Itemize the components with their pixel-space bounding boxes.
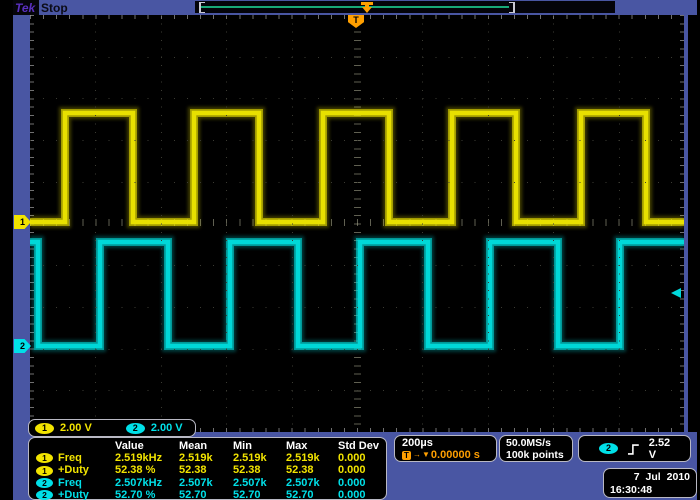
- meas-cell: 52.70: [233, 489, 286, 500]
- measurement-table: Value Mean Min Max Std Dev 1 Freq 2.519k…: [28, 437, 387, 500]
- record-length-line: [201, 6, 509, 8]
- col-header-mean: Mean: [179, 440, 233, 452]
- timebase-scale: 200µs: [402, 437, 496, 449]
- grid-vline: [488, 15, 489, 432]
- meas-cell: 2.507k: [233, 477, 286, 489]
- trigger-t-icon: T: [402, 451, 411, 460]
- trigger-position-icon: [360, 1, 374, 13]
- channel-scale-readout: 1 2.00 V 2 2.00 V: [28, 419, 196, 437]
- time-value: 16:30:48: [610, 484, 690, 497]
- ch2-badge: 2: [36, 490, 53, 500]
- datetime-readout: 7 Jul 2010 16:30:48: [603, 468, 697, 498]
- grid-vline: [422, 15, 423, 432]
- meas-cell: 52.38 %: [115, 464, 179, 476]
- grid-vline: [292, 15, 293, 432]
- trigger-readout: 2 2.52 V: [578, 435, 691, 462]
- meas-row-label: 2 Freq: [36, 477, 115, 489]
- grid-vline: [95, 15, 96, 432]
- horizontal-position-value: 0.00000 s: [431, 449, 480, 461]
- ch1-badge: 1: [36, 466, 53, 476]
- meas-cell: 52.38: [233, 464, 286, 476]
- rising-edge-icon: [627, 442, 640, 456]
- grid-vline: [226, 15, 227, 432]
- grid-hline: [30, 390, 684, 391]
- meas-row-label: 2 +Duty: [36, 489, 115, 500]
- meas-cell: 2.507k: [179, 477, 233, 489]
- meas-cell: 2.519k: [233, 452, 286, 464]
- meas-row-label: 1 +Duty: [36, 464, 115, 476]
- grid-hline: [30, 265, 684, 266]
- ch2-scale: 2.00 V: [151, 422, 183, 434]
- meas-cell: 2.519k: [286, 452, 338, 464]
- sample-rate: 50.0MS/s: [506, 437, 572, 449]
- acquisition-status: Stop: [41, 1, 68, 15]
- meas-cell: 52.70: [286, 489, 338, 500]
- grid-hline: [30, 140, 684, 141]
- ch1-badge: 1: [35, 423, 54, 434]
- col-header-value: Value: [115, 440, 179, 452]
- grid-vline: [619, 15, 620, 432]
- top-status-bar: Tek Stop: [13, 0, 697, 15]
- tek-logo: Tek: [15, 1, 35, 15]
- date-value: 7 Jul 2010: [610, 471, 690, 484]
- meas-cell: 2.507k: [286, 477, 338, 489]
- timebase-readout: 200µs T→▼ 0.00000 s: [394, 435, 497, 462]
- meas-cell: 52.70 %: [115, 489, 179, 500]
- meas-cell: 52.70: [179, 489, 233, 500]
- grid-vline: [553, 15, 554, 432]
- meas-cell: 0.000: [338, 464, 387, 476]
- meas-cell: 0.000: [338, 489, 387, 500]
- meas-row-label: 1 Freq: [36, 452, 115, 464]
- acquisition-readout: 50.0MS/s 100k points: [499, 435, 573, 462]
- record-length: 100k points: [506, 449, 572, 461]
- trigger-level-value: 2.52 V: [649, 437, 680, 461]
- grid-hline: [30, 349, 684, 350]
- graticule: [30, 15, 684, 432]
- trigger-source-badge: 2: [599, 443, 618, 454]
- col-header-std: Std Dev: [338, 440, 387, 452]
- col-header-min: Min: [233, 440, 286, 452]
- grid-hline: [30, 307, 684, 308]
- ch1-scale: 2.00 V: [60, 422, 92, 434]
- grid-hline: [30, 98, 684, 99]
- arrow-right-icon: →: [413, 449, 420, 461]
- record-view-bar: [195, 1, 615, 13]
- meas-cell: 2.519kHz: [115, 452, 179, 464]
- meas-cell: 2.519k: [179, 452, 233, 464]
- ch2-badge: 2: [126, 423, 145, 434]
- oscilloscope-screen: Tek Stop 1 2 T 1 2.00 V: [0, 0, 700, 500]
- trigger-position-readout: T→▼ 0.00000 s: [402, 449, 496, 461]
- ch1-trace: [30, 113, 684, 222]
- record-bracket-left: [199, 2, 205, 13]
- ch2-badge: 2: [36, 478, 53, 488]
- trigger-level-arrow: [671, 288, 681, 298]
- grid-hline: [30, 57, 684, 58]
- col-header-max: Max: [286, 440, 338, 452]
- meas-cell: 2.507kHz: [115, 477, 179, 489]
- ch1-badge: 1: [36, 453, 53, 463]
- meas-cell: 0.000: [338, 452, 387, 464]
- record-bracket-right: [509, 2, 515, 13]
- meas-cell: 52.38: [286, 464, 338, 476]
- triangle-down-icon: ▼: [422, 449, 429, 461]
- waveform-traces: [30, 15, 684, 432]
- grid-hline: [30, 182, 684, 183]
- meas-cell: 0.000: [338, 477, 387, 489]
- grid-vline: [161, 15, 162, 432]
- ch2-trace: [30, 242, 684, 346]
- meas-cell: 52.38: [179, 464, 233, 476]
